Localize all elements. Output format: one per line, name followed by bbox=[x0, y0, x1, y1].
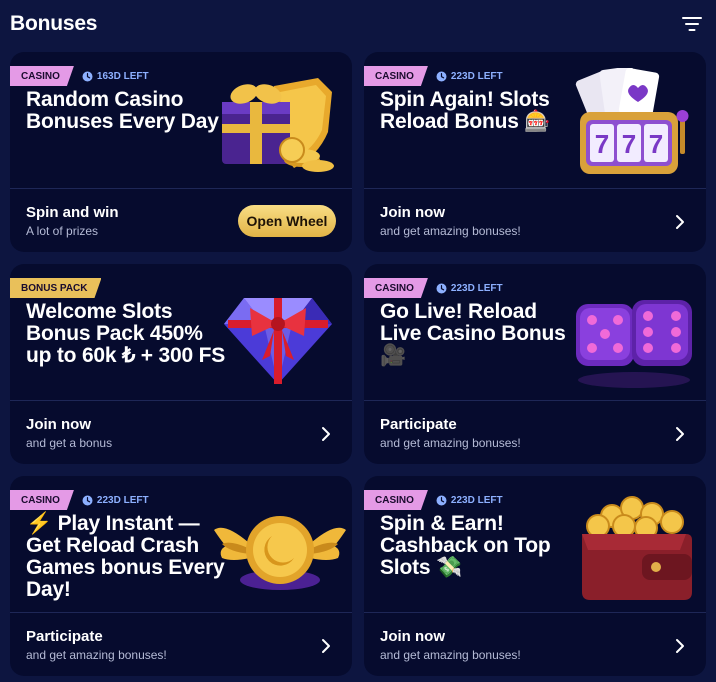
card-title: Spin & Earn! Cashback on Top Slots 💸 bbox=[380, 512, 551, 579]
bonus-card-welcome-pack[interactable]: BONUS PACK Welcome Slots Bonus Pack 450%… bbox=[10, 264, 352, 464]
category-tag: CASINO bbox=[364, 490, 428, 510]
svg-text:7: 7 bbox=[595, 129, 609, 159]
time-left-text: 163D LEFT bbox=[96, 70, 149, 82]
footer-title: Spin and win bbox=[26, 204, 119, 221]
gift-shield-coins-image bbox=[222, 78, 334, 172]
card-title: Welcome Slots Bonus Pack 450% up to 60k … bbox=[26, 300, 226, 367]
svg-text:7: 7 bbox=[649, 129, 663, 159]
time-left: 223D LEFT bbox=[436, 495, 503, 506]
filter-icon bbox=[682, 17, 702, 31]
clock-icon bbox=[82, 495, 93, 505]
category-tag: CASINO bbox=[10, 66, 74, 86]
bonus-card-crash-games[interactable]: CASINO 223D LEFT ⚡ Play Instant — Get Re… bbox=[10, 476, 352, 676]
footer-title: Join now bbox=[380, 204, 445, 221]
diamond-ribbon-image bbox=[224, 298, 332, 384]
clock-icon bbox=[436, 283, 447, 293]
chevron-right-icon bbox=[676, 215, 684, 229]
clock-icon bbox=[436, 71, 447, 81]
footer-subtitle: and get amazing bonuses! bbox=[380, 648, 521, 662]
card-title: Spin Again! Slots Reload Bonus 🎰 bbox=[380, 88, 551, 133]
footer-title: Participate bbox=[26, 628, 103, 645]
time-left-text: 223D LEFT bbox=[96, 494, 149, 506]
footer-subtitle: and get amazing bonuses! bbox=[380, 436, 521, 450]
time-left-text: 223D LEFT bbox=[450, 282, 503, 294]
bonus-card-slots-reload[interactable]: CASINO 223D LEFT Spin Again! Slots Reloa… bbox=[364, 52, 706, 252]
time-left: 163D LEFT bbox=[82, 71, 149, 82]
footer-subtitle: A lot of prizes bbox=[26, 224, 99, 238]
footer-subtitle: and get amazing bonuses! bbox=[26, 648, 167, 662]
time-left: 223D LEFT bbox=[436, 283, 503, 294]
chevron-right-button[interactable] bbox=[316, 636, 336, 656]
time-left-text: 223D LEFT bbox=[450, 70, 503, 82]
open-wheel-button[interactable]: Open Wheel bbox=[238, 205, 336, 237]
page-title: Bonuses bbox=[10, 12, 98, 35]
bonus-card-random-casino[interactable]: CASINO 163D LEFT Random Casino Bonuses E… bbox=[10, 52, 352, 252]
footer-subtitle: and get amazing bonuses! bbox=[380, 224, 521, 238]
footer-title: Join now bbox=[26, 416, 91, 433]
header: Bonuses bbox=[10, 10, 706, 38]
bonus-card-live-casino[interactable]: CASINO 223D LEFT Go Live! Reload Live Ca… bbox=[364, 264, 706, 464]
card-title: Go Live! Reload Live Casino Bonus 🎥 bbox=[380, 300, 566, 367]
time-left: 223D LEFT bbox=[436, 71, 503, 82]
time-left-text: 223D LEFT bbox=[450, 494, 503, 506]
chevron-right-icon bbox=[676, 639, 684, 653]
bonus-grid: CASINO 163D LEFT Random Casino Bonuses E… bbox=[10, 52, 706, 676]
svg-text:7: 7 bbox=[622, 129, 636, 159]
category-tag: CASINO bbox=[364, 66, 428, 86]
clock-icon bbox=[82, 71, 93, 81]
winged-coin-image bbox=[214, 516, 346, 590]
chevron-right-icon bbox=[322, 639, 330, 653]
card-title: ⚡ Play Instant — Get Reload Crash Games … bbox=[26, 512, 225, 601]
chevron-right-button[interactable] bbox=[670, 424, 690, 444]
chevron-right-icon bbox=[676, 427, 684, 441]
chevron-right-icon bbox=[322, 427, 330, 441]
clock-icon bbox=[436, 495, 447, 505]
category-tag: CASINO bbox=[364, 278, 428, 298]
filter-button[interactable] bbox=[680, 12, 704, 36]
chevron-right-button[interactable] bbox=[670, 212, 690, 232]
footer-title: Join now bbox=[380, 628, 445, 645]
category-tag: CASINO bbox=[10, 490, 74, 510]
chevron-right-button[interactable] bbox=[316, 424, 336, 444]
time-left: 223D LEFT bbox=[82, 495, 149, 506]
footer-title: Participate bbox=[380, 416, 457, 433]
slot-machine-cards-image: 7 7 7 bbox=[575, 68, 689, 174]
chevron-right-button[interactable] bbox=[670, 636, 690, 656]
category-tag: BONUS PACK bbox=[10, 278, 101, 298]
bonus-card-cashback[interactable]: CASINO 223D LEFT Spin & Earn! Cashback o… bbox=[364, 476, 706, 676]
footer-subtitle: and get a bonus bbox=[26, 436, 113, 450]
card-title: Random Casino Bonuses Every Day bbox=[26, 88, 219, 133]
dice-image bbox=[576, 300, 692, 388]
wallet-coins-image bbox=[582, 496, 692, 600]
